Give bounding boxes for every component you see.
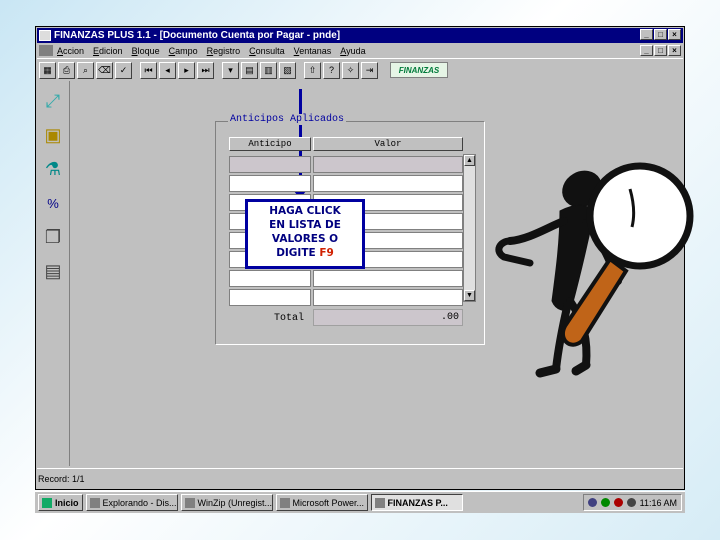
doc-maximize-button[interactable]: □ bbox=[654, 45, 667, 56]
callout-line-4: DIGITE bbox=[276, 247, 316, 259]
callout-line-3: VALORES O bbox=[271, 233, 339, 245]
left-toolbar: ⤢ ▣ ⚗ % ❐ ▤ bbox=[37, 81, 70, 466]
menu-ayuda[interactable]: Ayuda bbox=[340, 46, 365, 56]
save-icon[interactable]: ▦ bbox=[39, 61, 56, 79]
minimize-button[interactable]: _ bbox=[640, 29, 653, 40]
menu-bloque[interactable]: Bloque bbox=[132, 46, 160, 56]
task-label: FINANZAS P... bbox=[387, 497, 448, 508]
scroll-down-icon[interactable]: ▼ bbox=[464, 290, 475, 301]
grid-scrollbar[interactable]: ▲ ▼ bbox=[463, 154, 476, 302]
title-bar: FINANZAS PLUS 1.1 - [Documento Cuenta po… bbox=[37, 28, 683, 43]
callout-line-1: HAGA CLICK bbox=[269, 205, 341, 217]
windows-logo-icon bbox=[42, 497, 52, 508]
tools-tray-icon[interactable] bbox=[613, 498, 623, 507]
task-finanzas[interactable]: FINANZAS P... bbox=[370, 494, 463, 511]
list-values-icon[interactable]: ▾ bbox=[222, 61, 239, 79]
maximize-button[interactable]: □ bbox=[654, 29, 667, 40]
folder-icon bbox=[89, 497, 100, 508]
doc-close-button[interactable]: × bbox=[668, 45, 681, 56]
anticipo-cell[interactable] bbox=[229, 175, 311, 192]
record-status: Record: 1/1 bbox=[38, 474, 85, 484]
task-powerpoint[interactable]: Microsoft Power... bbox=[275, 494, 368, 511]
next-record-icon[interactable]: ▸ bbox=[178, 61, 195, 79]
menu-ventanas[interactable]: Ventanas bbox=[294, 46, 332, 56]
windows-icon[interactable]: ❐ bbox=[39, 223, 67, 251]
task-label: WinZip (Unregist... bbox=[197, 497, 273, 508]
network-icon[interactable] bbox=[587, 498, 597, 507]
column-anticipo: Anticipo bbox=[229, 137, 311, 151]
find-icon[interactable]: ⌕ bbox=[77, 61, 94, 79]
anticipo-cell[interactable] bbox=[229, 289, 311, 306]
scroll-up-icon[interactable]: ▲ bbox=[464, 155, 475, 166]
insert-record-icon[interactable]: ▤ bbox=[241, 61, 258, 79]
first-record-icon[interactable]: ⏮ bbox=[140, 61, 157, 79]
menu-campo[interactable]: Campo bbox=[169, 46, 198, 56]
anticipo-cell[interactable] bbox=[229, 156, 311, 173]
instruction-callout: HAGA CLICK EN LISTA DE VALORES O DIGITE … bbox=[245, 199, 365, 269]
total-label: Total bbox=[274, 313, 305, 324]
report-icon[interactable]: ▤ bbox=[39, 257, 67, 285]
tools-icon[interactable]: ⚗ bbox=[39, 155, 67, 183]
menu-edicion[interactable]: Edicion bbox=[93, 46, 123, 56]
volume-icon[interactable] bbox=[626, 498, 636, 507]
valor-cell[interactable] bbox=[313, 175, 463, 192]
total-value: .00 bbox=[313, 309, 463, 326]
delete-record-icon[interactable]: ▥ bbox=[260, 61, 277, 79]
print-icon[interactable]: ⎙ bbox=[58, 61, 75, 79]
upload-icon[interactable]: ⇧ bbox=[304, 61, 321, 79]
navigate-icon[interactable]: ⤢ bbox=[39, 87, 67, 115]
document-icon bbox=[39, 45, 53, 56]
brand-logo: FINANZAS bbox=[390, 62, 448, 78]
menu-accion[interactable]: Accion bbox=[57, 46, 84, 56]
magnifier-figure-illustration bbox=[495, 162, 694, 378]
clear-icon[interactable]: ⌫ bbox=[96, 61, 113, 79]
duplicate-record-icon[interactable]: ▧ bbox=[279, 61, 296, 79]
prev-record-icon[interactable]: ◂ bbox=[159, 61, 176, 79]
folder-icon[interactable]: ▣ bbox=[39, 121, 67, 149]
toolbar: ▦ ⎙ ⌕ ⌫ ✓ ⏮ ◂ ▸ ⏭ ▾ ▤ ▥ ▧ ⇧ ? ✧ ⇥ FINANZ… bbox=[37, 58, 683, 82]
callout-key: F9 bbox=[319, 247, 334, 259]
valor-cell[interactable] bbox=[313, 289, 463, 306]
percent-icon[interactable]: % bbox=[39, 189, 67, 217]
status-bar: Record: 1/1 bbox=[37, 468, 683, 489]
antivirus-icon[interactable] bbox=[600, 498, 610, 507]
wand-icon[interactable]: ✧ bbox=[342, 61, 359, 79]
doc-minimize-button[interactable]: _ bbox=[640, 45, 653, 56]
callout-line-2: EN LISTA DE bbox=[269, 219, 341, 231]
menu-registro[interactable]: Registro bbox=[207, 46, 241, 56]
clock: 11:16 AM bbox=[639, 497, 677, 508]
last-record-icon[interactable]: ⏭ bbox=[197, 61, 214, 79]
start-button[interactable]: Inicio bbox=[38, 494, 83, 511]
column-valor: Valor bbox=[313, 137, 463, 151]
exit-icon[interactable]: ⇥ bbox=[361, 61, 378, 79]
application-window: FINANZAS PLUS 1.1 - [Documento Cuenta po… bbox=[35, 26, 694, 490]
anticipo-cell[interactable] bbox=[229, 270, 311, 287]
window-title: FINANZAS PLUS 1.1 - [Documento Cuenta po… bbox=[54, 30, 341, 41]
menu-bar: Accion Edicion Bloque Campo Registro Con… bbox=[37, 43, 683, 58]
winzip-icon bbox=[184, 497, 195, 508]
work-area: Anticipos Aplicados Anticipo Valor ▲ ▼ T… bbox=[70, 81, 694, 466]
task-explorando[interactable]: Explorando - Dis... bbox=[85, 494, 178, 511]
task-label: Microsoft Power... bbox=[292, 497, 365, 508]
valor-cell[interactable] bbox=[313, 270, 463, 287]
panel-title: Anticipos Aplicados bbox=[228, 114, 347, 125]
system-tray: 11:16 AM bbox=[582, 494, 682, 511]
task-winzip[interactable]: WinZip (Unregist... bbox=[180, 494, 273, 511]
close-button[interactable]: × bbox=[668, 29, 681, 40]
powerpoint-icon bbox=[279, 497, 290, 508]
menu-consulta[interactable]: Consulta bbox=[249, 46, 285, 56]
task-label: Explorando - Dis... bbox=[102, 497, 177, 508]
help-icon[interactable]: ? bbox=[323, 61, 340, 79]
check-icon[interactable]: ✓ bbox=[115, 61, 132, 79]
finanzas-icon bbox=[374, 497, 385, 508]
start-label: Inicio bbox=[55, 497, 79, 508]
taskbar: Inicio Explorando - Dis... WinZip (Unreg… bbox=[35, 491, 685, 513]
valor-cell[interactable] bbox=[313, 156, 463, 173]
app-icon bbox=[39, 30, 51, 41]
